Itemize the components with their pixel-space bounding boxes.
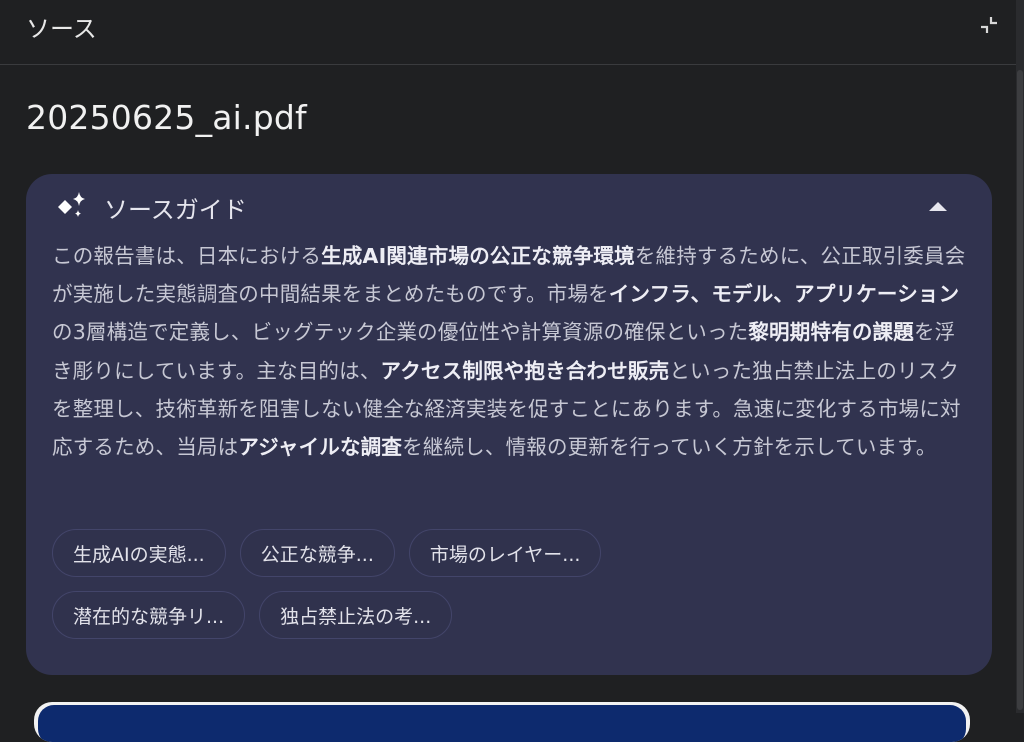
document-preview-thumbnail[interactable] [34, 702, 970, 742]
topic-chip[interactable]: 生成AIの実態... [52, 529, 226, 577]
source-guide-summary: この報告書は、日本における生成AI関連市場の公正な競争環境を維持するために、公正… [52, 237, 972, 466]
summary-text: の3層構造で定義し、ビッグテック企業の優位性や計算資源の確保といった [52, 320, 749, 345]
source-guide-header: ソースガイド [54, 190, 247, 224]
panel-header: ソース [0, 0, 1016, 65]
summary-highlight: 黎明期特有の課題 [748, 320, 914, 345]
topic-chip[interactable]: 潜在的な競争リ... [52, 591, 246, 639]
sparkle-icon [58, 192, 85, 217]
document-title: 20250625_ai.pdf [26, 98, 307, 137]
topic-chip[interactable]: 公正な競争... [239, 529, 395, 577]
scrollbar-thumb[interactable] [1017, 70, 1023, 710]
chevron-up-icon[interactable] [926, 196, 950, 216]
summary-highlight: インフラ、モデル、アプリケーション [608, 282, 960, 307]
source-guide-title: ソースガイド [104, 195, 247, 224]
topic-chips: 生成AIの実態... 公正な競争... 市場のレイヤー... 潜在的な競争リ... 独占… [52, 529, 972, 653]
topic-chip[interactable]: 市場のレイヤー... [408, 529, 602, 577]
collapse-icon[interactable] [978, 14, 1000, 36]
panel-title: ソース [26, 15, 97, 43]
summary-highlight: アジャイルな調査 [238, 435, 403, 460]
topic-chip-row: 潜在的な競争リ... 独占禁止法の考... [52, 591, 972, 639]
summary-highlight: 生成AI関連市場の公正な競争環境 [321, 244, 635, 268]
topic-chip[interactable]: 独占禁止法の考... [259, 591, 453, 639]
summary-highlight: アクセス制限や抱き合わせ販売 [380, 358, 670, 383]
scrollbar[interactable] [1016, 0, 1024, 713]
source-guide-card: ソースガイド この報告書は、日本における生成AI関連市場の公正な競争環境を維持す… [26, 174, 992, 675]
summary-text: この報告書は、日本における [52, 244, 322, 268]
summary-text: を継続し、情報の更新を行っていく方針を示しています。 [402, 435, 937, 460]
topic-chip-row: 生成AIの実態... 公正な競争... 市場のレイヤー... [52, 529, 972, 577]
preview-image [38, 705, 966, 742]
